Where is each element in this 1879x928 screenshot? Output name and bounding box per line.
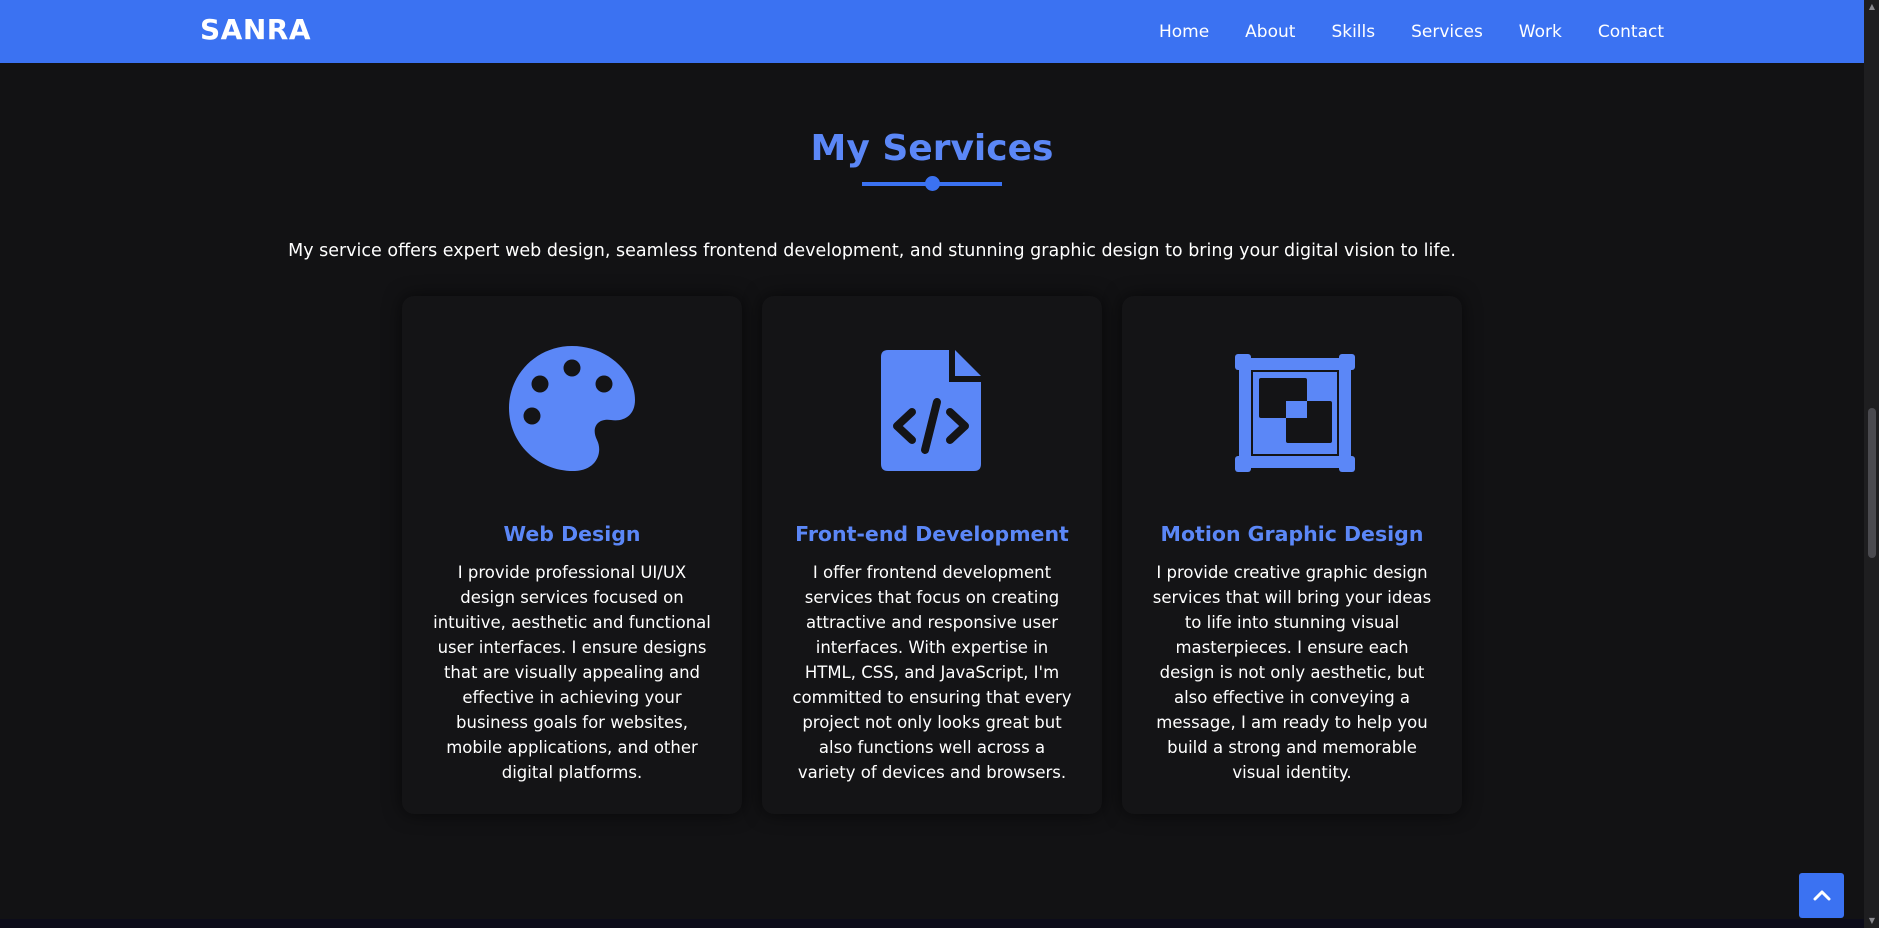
nav-link-home[interactable]: Home — [1159, 22, 1209, 42]
scroll-down-arrow-icon[interactable]: ▼ — [1868, 917, 1876, 925]
page-scrollbar[interactable]: ▲ ▼ — [1864, 0, 1879, 928]
nav-link-work[interactable]: Work — [1519, 22, 1562, 42]
card-text: I provide creative graphic design servic… — [1152, 563, 1432, 782]
nav-link-services[interactable]: Services — [1411, 22, 1483, 42]
section-title: My Services — [810, 128, 1054, 169]
nav-link-skills[interactable]: Skills — [1331, 22, 1375, 42]
vector-square-icon — [1227, 344, 1357, 474]
services-intro: My service offers expert web design, sea… — [288, 241, 1456, 261]
code-file-icon — [867, 344, 997, 474]
nav-link-contact[interactable]: Contact — [1598, 22, 1664, 42]
brand-logo[interactable]: SANRA — [200, 13, 311, 46]
nav-links: Home About Skills Services Work Contact — [1123, 0, 1664, 63]
card-text: I offer frontend development services th… — [792, 563, 1072, 782]
footer-edge — [0, 919, 1864, 928]
card-text: I provide professional UI/UX design serv… — [433, 563, 711, 782]
title-dot — [925, 176, 940, 191]
back-to-top-button[interactable] — [1799, 873, 1844, 918]
service-card-web-design: Web Design I provide professional UI/UX … — [402, 296, 742, 814]
card-title: Motion Graphic Design — [1160, 522, 1424, 546]
nav-link-about[interactable]: About — [1245, 22, 1295, 42]
service-card-motion-graphic: Motion Graphic Design I provide creative… — [1122, 296, 1462, 814]
palette-icon — [507, 344, 637, 474]
card-title: Web Design — [503, 522, 641, 546]
scroll-up-arrow-icon[interactable]: ▲ — [1868, 3, 1876, 11]
service-card-frontend: Front-end Development I offer frontend d… — [762, 296, 1102, 814]
scrollbar-thumb[interactable] — [1868, 408, 1876, 558]
navbar: SANRA Home About Skills Services Work Co… — [0, 0, 1864, 63]
card-title: Front-end Development — [795, 522, 1069, 546]
chevron-up-icon — [1813, 886, 1831, 905]
